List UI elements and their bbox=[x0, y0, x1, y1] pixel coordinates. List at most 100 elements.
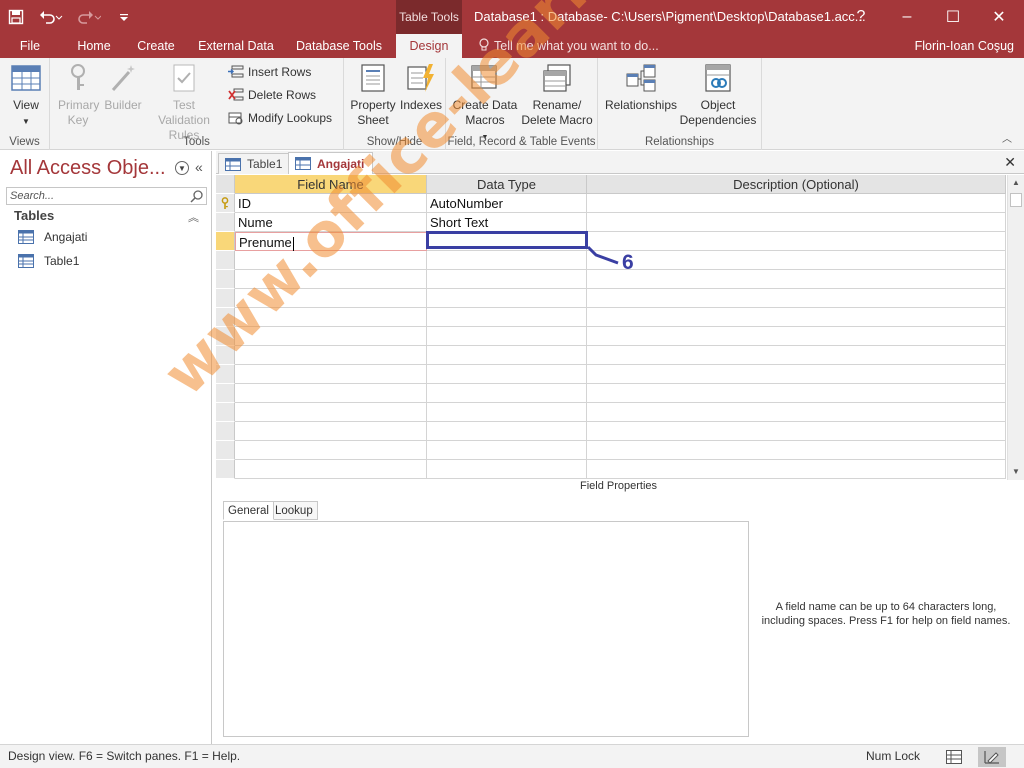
grid-cell-field[interactable] bbox=[235, 327, 427, 346]
group-show-hide: Property Sheet Indexes Show/Hide bbox=[344, 58, 446, 150]
grid-cell-desc[interactable] bbox=[587, 213, 1006, 232]
indexes-button[interactable]: Indexes bbox=[398, 62, 444, 113]
rename-delete-macro-button[interactable]: Rename/ Delete Macro bbox=[518, 62, 596, 128]
grid-cell-desc[interactable] bbox=[587, 346, 1006, 365]
table-design-icon bbox=[295, 157, 311, 170]
delete-rows-button[interactable]: Delete Rows bbox=[228, 84, 316, 106]
grid-cell-desc[interactable] bbox=[587, 403, 1006, 422]
row-selector[interactable] bbox=[216, 441, 235, 460]
row-selector[interactable] bbox=[216, 327, 235, 346]
collapse-section-icon[interactable]: ︽ bbox=[188, 209, 199, 225]
row-selector[interactable] bbox=[216, 308, 235, 327]
ribbon: View ▼ Views Primary Key Builder Test Val… bbox=[0, 58, 1024, 150]
close-document-icon[interactable]: ✕ bbox=[1004, 154, 1016, 171]
create-data-macros-button[interactable]: Create Data Macros▼ bbox=[450, 62, 520, 145]
grid-cell-desc[interactable] bbox=[587, 327, 1006, 346]
row-selector[interactable] bbox=[216, 346, 235, 365]
relationships-button[interactable]: Relationships bbox=[602, 62, 680, 113]
grid-cell-type[interactable] bbox=[427, 403, 587, 422]
grid-cell-desc[interactable] bbox=[587, 194, 1006, 213]
doc-tab-angajati[interactable]: Angajati bbox=[288, 152, 374, 174]
grid-cell-type[interactable] bbox=[427, 460, 587, 479]
view-label: View bbox=[13, 98, 39, 112]
nav-menu-dropdown-icon[interactable]: ▼ bbox=[175, 161, 189, 175]
grid-cell-field[interactable] bbox=[235, 384, 427, 403]
grid-cell-desc[interactable] bbox=[587, 251, 1006, 270]
grid-cell-field[interactable] bbox=[235, 308, 427, 327]
grid-cell-type[interactable] bbox=[427, 346, 587, 365]
nav-item-angajati[interactable]: Angajati bbox=[18, 227, 87, 247]
grid-cell-field[interactable] bbox=[235, 365, 427, 384]
grid-cell-desc[interactable] bbox=[587, 289, 1006, 308]
tell-me-box[interactable]: Tell me what you want to do... bbox=[478, 34, 659, 58]
tab-file[interactable]: File bbox=[10, 34, 50, 58]
grid-cell-field[interactable] bbox=[235, 403, 427, 422]
builder-button[interactable]: Builder bbox=[102, 62, 144, 113]
tab-database-tools[interactable]: Database Tools bbox=[290, 34, 388, 58]
row-selector[interactable] bbox=[216, 422, 235, 441]
grid-cell-type[interactable] bbox=[427, 327, 587, 346]
redo-icon[interactable] bbox=[70, 0, 108, 34]
close-button[interactable]: ✕ bbox=[976, 0, 1022, 34]
grid-cell-desc[interactable] bbox=[587, 270, 1006, 289]
title-bar: Table Tools Database1 : Database- C:\Use… bbox=[0, 0, 1024, 34]
row-selector[interactable] bbox=[216, 403, 235, 422]
maximize-button[interactable]: ☐ bbox=[930, 0, 976, 34]
tab-design[interactable]: Design bbox=[396, 34, 462, 58]
property-sheet-button[interactable]: Property Sheet bbox=[348, 62, 398, 128]
save-icon[interactable] bbox=[0, 0, 32, 34]
row-selector[interactable] bbox=[216, 460, 235, 479]
shutter-bar-close-icon[interactable]: « bbox=[195, 159, 203, 175]
test-validation-rules-button[interactable]: Test Validation Rules bbox=[146, 62, 222, 143]
insert-rows-button[interactable]: Insert Rows bbox=[228, 61, 311, 83]
undo-icon[interactable] bbox=[32, 0, 70, 34]
datasheet-view-icon[interactable] bbox=[940, 747, 968, 767]
design-view-icon[interactable] bbox=[978, 747, 1006, 767]
nav-item-table1[interactable]: Table1 bbox=[18, 251, 79, 271]
collapse-ribbon-icon[interactable]: ︿ bbox=[1002, 130, 1012, 145]
doc-tab-table1[interactable]: Table1 bbox=[218, 153, 292, 174]
modify-lookups-icon bbox=[228, 112, 243, 125]
grid-cell-field[interactable] bbox=[235, 460, 427, 479]
grid-cell-desc[interactable] bbox=[587, 422, 1006, 441]
user-name[interactable]: Florin-Ioan Coşug bbox=[915, 34, 1014, 58]
scroll-up-icon[interactable]: ▲ bbox=[1008, 175, 1024, 191]
grid-cell-type[interactable] bbox=[427, 308, 587, 327]
column-header-description[interactable]: Description (Optional) bbox=[587, 175, 1006, 194]
grid-cell-type[interactable] bbox=[427, 384, 587, 403]
grid-cell-desc[interactable] bbox=[587, 365, 1006, 384]
nav-pane-title[interactable]: All Access Obje... bbox=[10, 157, 166, 180]
grid-cell-type[interactable] bbox=[427, 365, 587, 384]
modify-lookups-button[interactable]: Modify Lookups bbox=[228, 107, 332, 129]
minimize-button[interactable]: – bbox=[884, 0, 930, 34]
grid-cell-type[interactable] bbox=[427, 422, 587, 441]
help-icon[interactable]: ? bbox=[838, 0, 884, 34]
view-button[interactable]: View ▼ bbox=[6, 62, 46, 129]
nav-section-tables[interactable]: Tables bbox=[14, 208, 54, 223]
grid-cell-desc[interactable] bbox=[587, 384, 1006, 403]
grid-cell-desc[interactable] bbox=[587, 308, 1006, 327]
search-icon[interactable] bbox=[190, 189, 204, 203]
grid-cell-desc[interactable] bbox=[587, 460, 1006, 479]
tab-general[interactable]: General bbox=[223, 501, 274, 520]
nav-search-input[interactable]: Search... bbox=[6, 187, 207, 205]
scroll-down-icon[interactable]: ▼ bbox=[1008, 464, 1024, 480]
tab-create[interactable]: Create bbox=[130, 34, 182, 58]
tab-lookup[interactable]: Lookup bbox=[270, 501, 318, 520]
grid-vertical-scrollbar[interactable]: ▲ ▼ bbox=[1007, 175, 1024, 480]
row-selector[interactable] bbox=[216, 365, 235, 384]
tab-external-data[interactable]: External Data bbox=[194, 34, 278, 58]
grid-cell-field[interactable] bbox=[235, 346, 427, 365]
row-selector[interactable] bbox=[216, 384, 235, 403]
grid-cell-desc[interactable] bbox=[587, 441, 1006, 460]
customize-qat-icon[interactable] bbox=[108, 0, 140, 34]
lightbulb-icon bbox=[479, 38, 489, 51]
tab-home[interactable]: Home bbox=[68, 34, 120, 58]
grid-cell-desc[interactable] bbox=[587, 232, 1006, 251]
primary-key-button[interactable]: Primary Key bbox=[56, 62, 100, 128]
grid-cell-field[interactable] bbox=[235, 441, 427, 460]
grid-cell-field[interactable] bbox=[235, 422, 427, 441]
scroll-thumb[interactable] bbox=[1010, 193, 1022, 207]
object-dependencies-button[interactable]: Object Dependencies bbox=[678, 62, 758, 128]
grid-cell-type[interactable] bbox=[427, 441, 587, 460]
